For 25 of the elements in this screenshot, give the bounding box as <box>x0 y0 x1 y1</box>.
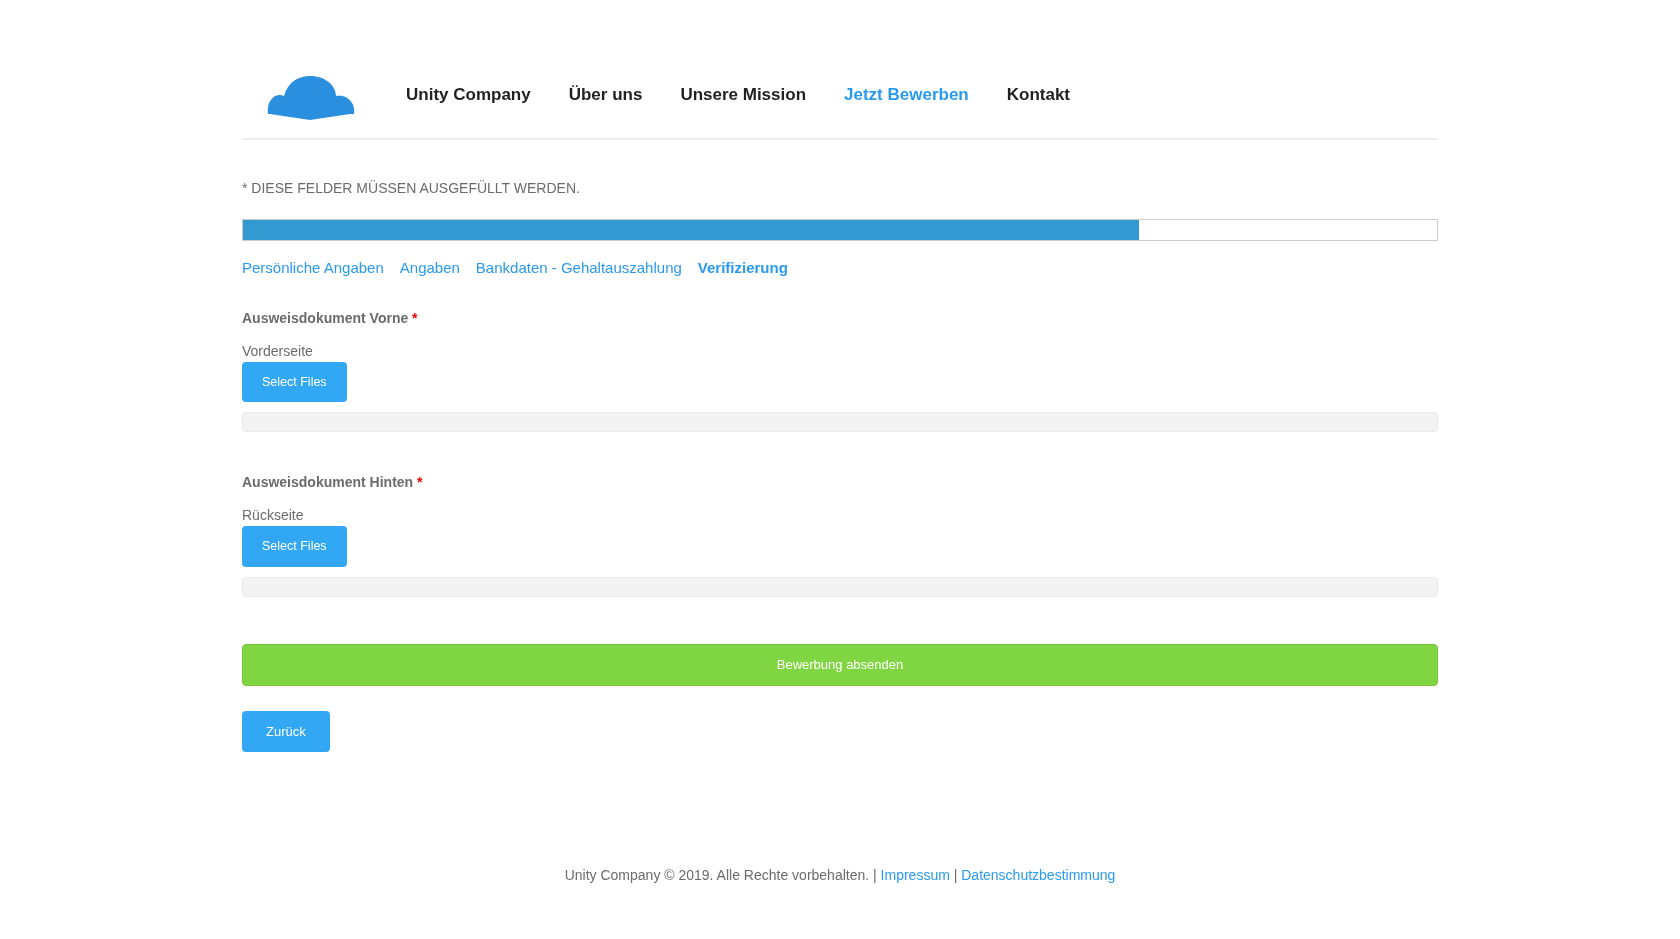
step-tab[interactable]: Angaben <box>399 257 460 280</box>
step-tab[interactable]: Persönliche Angaben <box>242 257 384 280</box>
nav-link-item[interactable]: Jetzt Bewerben <box>844 82 969 108</box>
select-files-button[interactable]: Select Files <box>242 361 347 403</box>
back-button[interactable]: Zurück <box>242 710 330 752</box>
select-files-button[interactable]: Select Files <box>242 526 347 567</box>
nav-link-item[interactable]: Über uns <box>568 82 643 108</box>
step-tab[interactable]: Verifizierung <box>697 257 788 280</box>
imprint-link[interactable]: Impressum <box>880 867 950 883</box>
field-title: Ausweisdokument Hinten <box>242 474 414 491</box>
required-mark: * <box>417 474 423 491</box>
field-label: Rückseite <box>242 506 305 526</box>
field-title: Ausweisdokument Vorne <box>242 309 409 326</box>
nav-link-item[interactable]: Unsere Mission <box>680 82 807 108</box>
required-mark: * <box>412 309 418 326</box>
privacy-link[interactable]: Datenschutzbestimmung <box>961 867 1116 883</box>
step-tab[interactable]: Bankdaten - Gehaltauszahlung <box>475 257 682 280</box>
copyright-text: Unity Company © 2019. Alle Rechte vorbehalten. <box>564 867 870 883</box>
separator: | <box>953 867 958 883</box>
field-label: Vorderseite <box>242 341 314 361</box>
submit-application-button[interactable]: Bewerbung absenden <box>242 644 1438 686</box>
nav-link-item[interactable]: Kontakt <box>1006 82 1070 108</box>
separator: | <box>873 867 877 883</box>
nav-link-item[interactable]: Unity Company <box>406 82 531 108</box>
required-fields-note: * DIESE FELDER MÜSSEN AUSGEFÜLLT WERDEN. <box>242 179 581 198</box>
